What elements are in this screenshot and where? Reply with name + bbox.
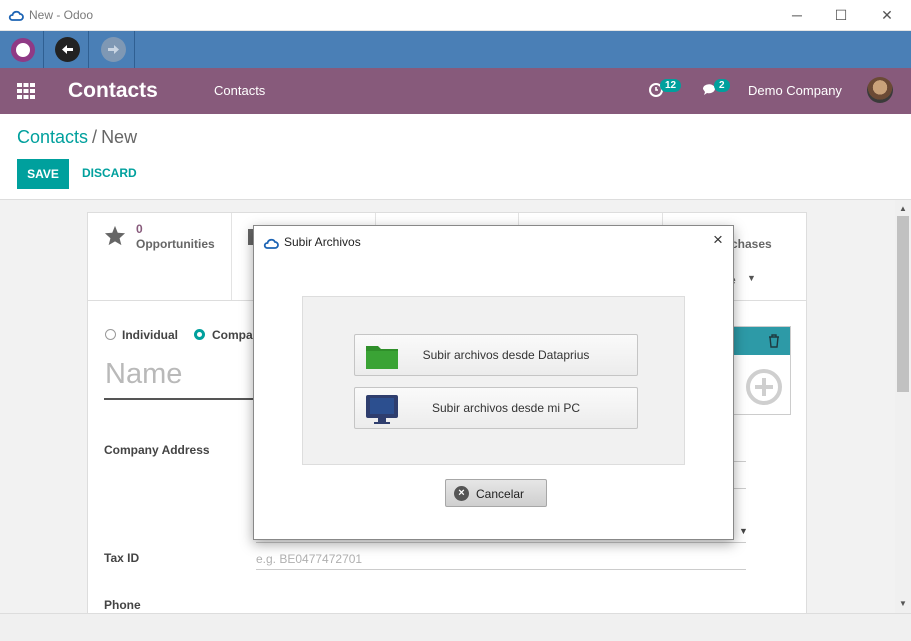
- upload-options-panel: Subir archivos desde Dataprius Subir arc…: [302, 296, 685, 465]
- company-address-label: Company Address: [104, 443, 210, 457]
- opportunities-count: 0: [136, 222, 143, 236]
- breadcrumb-contacts-link[interactable]: Contacts: [17, 127, 88, 147]
- app-brand[interactable]: Contacts: [68, 79, 158, 103]
- cancel-label: Cancelar: [476, 487, 525, 501]
- star-icon: [104, 225, 126, 246]
- dialog-title: Subir Archivos: [284, 235, 361, 249]
- activity-button[interactable]: 12: [648, 79, 682, 100]
- cancel-x-icon: ×: [454, 486, 469, 501]
- activity-count-badge: 12: [660, 79, 682, 92]
- window-titlebar: New - Odoo ─ ☐ ✕: [0, 0, 911, 31]
- save-button[interactable]: SAVE: [17, 159, 69, 189]
- minimize-button[interactable]: ─: [782, 4, 812, 26]
- trash-icon[interactable]: [768, 334, 780, 348]
- breadcrumb: Contacts / New: [17, 127, 137, 148]
- arrow-left-icon: [55, 37, 80, 62]
- control-panel: Contacts / New SAVE DISCARD: [0, 114, 911, 200]
- radio-individual-label: Individual: [122, 328, 179, 342]
- upload-from-dataprius-button[interactable]: Subir archivos desde Dataprius: [354, 334, 638, 376]
- image-toolbar: [734, 327, 790, 355]
- scroll-down-icon[interactable]: ▼: [899, 599, 907, 608]
- user-avatar[interactable]: [867, 77, 893, 103]
- back-button[interactable]: [45, 31, 89, 68]
- upload-from-pc-label: Subir archivos desde mi PC: [431, 401, 581, 415]
- breadcrumb-current: New: [101, 127, 138, 147]
- dialog-close-button[interactable]: ×: [709, 231, 727, 249]
- tax-id-field-line: [256, 569, 746, 570]
- add-image-icon: [746, 369, 782, 405]
- country-caret-icon[interactable]: ▼: [739, 526, 748, 536]
- cancel-button[interactable]: × Cancelar: [445, 479, 547, 507]
- message-count-badge: 2: [714, 79, 730, 92]
- vertical-scrollbar[interactable]: ▲ ▼: [895, 200, 911, 613]
- purchases-label: chases: [731, 237, 772, 251]
- messages-button[interactable]: 2: [702, 79, 730, 100]
- upload-from-pc-button[interactable]: Subir archivos desde mi PC: [354, 387, 638, 429]
- scrollbar-thumb[interactable]: [897, 216, 909, 392]
- radio-individual[interactable]: [105, 329, 116, 340]
- window-title: New - Odoo: [29, 8, 94, 22]
- name-input[interactable]: Name: [105, 358, 182, 391]
- menu-contacts[interactable]: Contacts: [214, 83, 265, 98]
- tax-id-label: Tax ID: [104, 551, 140, 565]
- upload-files-dialog: Subir Archivos × Subir archivos desde Da…: [253, 225, 734, 540]
- maximize-button[interactable]: ☐: [826, 4, 856, 26]
- company-switcher[interactable]: Demo Company: [748, 83, 842, 98]
- browser-toolbar: [0, 31, 911, 68]
- phone-label: Phone: [104, 598, 141, 612]
- odoo-logo-icon: [11, 38, 35, 62]
- name-input-underline: [104, 398, 254, 400]
- caret-down-icon[interactable]: ▼: [747, 273, 756, 283]
- tax-id-input[interactable]: e.g. BE0477472701: [256, 552, 362, 566]
- upload-from-dataprius-label: Subir archivos desde Dataprius: [422, 348, 590, 362]
- discard-button[interactable]: DISCARD: [82, 166, 137, 180]
- cloud-app-icon: [8, 10, 24, 21]
- breadcrumb-separator: /: [92, 127, 98, 147]
- country-field-line: [256, 542, 746, 543]
- apps-grid-icon[interactable]: [17, 83, 35, 99]
- window-close-button[interactable]: ✕: [872, 4, 902, 26]
- scroll-up-icon[interactable]: ▲: [899, 204, 907, 213]
- home-button[interactable]: [0, 31, 44, 68]
- image-upload-box[interactable]: [733, 326, 791, 415]
- opportunities-label: Opportunities: [136, 237, 215, 251]
- radio-company-label: Compa: [212, 328, 253, 342]
- radio-company[interactable]: [194, 329, 205, 340]
- opportunities-smart-button[interactable]: 0 Opportunities: [88, 213, 232, 301]
- cloud-app-icon: [263, 238, 279, 249]
- top-navbar: Contacts Contacts 12 2 Demo Company: [0, 68, 911, 114]
- forward-button[interactable]: [91, 31, 135, 68]
- arrow-right-icon: [101, 37, 126, 62]
- status-bar: [0, 613, 911, 641]
